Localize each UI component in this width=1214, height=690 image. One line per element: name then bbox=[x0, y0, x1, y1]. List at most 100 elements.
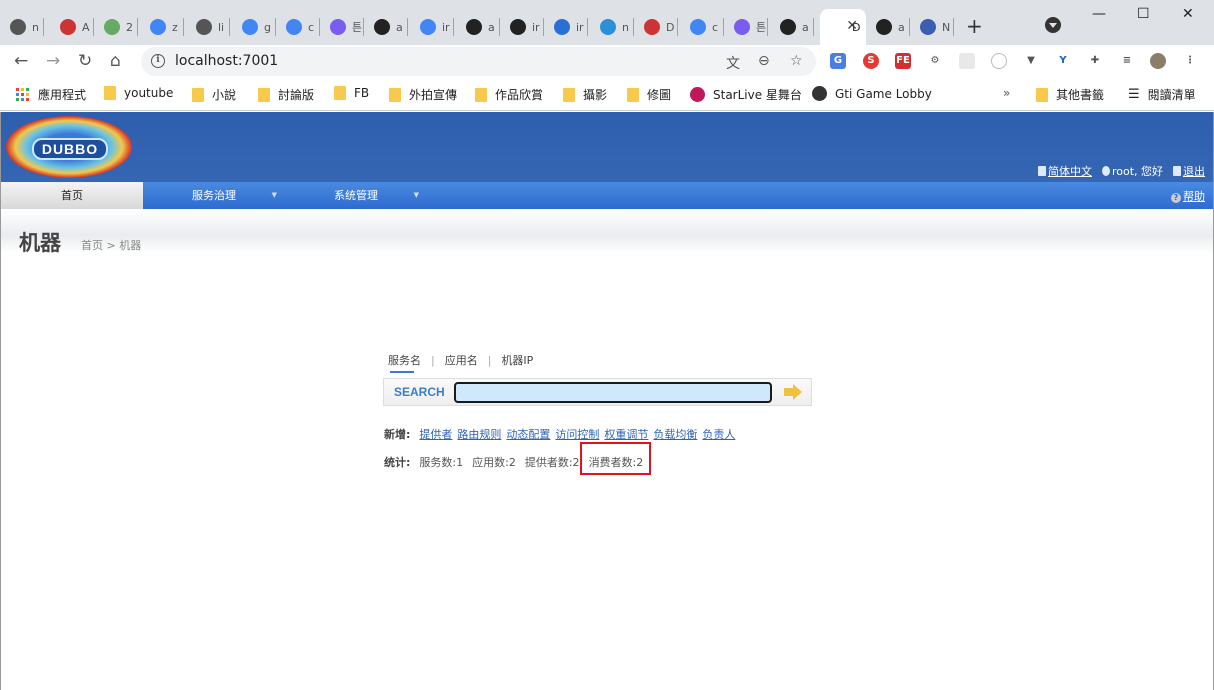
tab-title: A bbox=[82, 20, 90, 34]
bookmark-item[interactable]: Gti Game Lobby bbox=[812, 86, 932, 101]
forward-arrow-icon[interactable]: → bbox=[46, 51, 60, 71]
bookmark-item[interactable]: 作品欣賞 bbox=[475, 86, 543, 103]
browser-tab[interactable]: N bbox=[910, 9, 954, 45]
browser-tab[interactable]: n bbox=[0, 9, 44, 45]
logout-icon bbox=[1173, 166, 1181, 176]
add-owner-link[interactable]: 负责人 bbox=[702, 426, 735, 442]
tab-application-name[interactable]: 应用名 bbox=[445, 352, 478, 368]
browser-tab[interactable]: li bbox=[186, 9, 230, 45]
fe-ext-icon[interactable]: FE bbox=[895, 53, 911, 69]
browser-tab[interactable]: ir bbox=[410, 9, 454, 45]
browser-tab[interactable]: g bbox=[232, 9, 276, 45]
folder-icon bbox=[563, 87, 575, 102]
browser-tab[interactable]: n bbox=[590, 9, 634, 45]
logout[interactable]: 退出 bbox=[1173, 163, 1205, 179]
page-viewport: DUBBO 简体中文 root, 您好 退出 首页 服务治理 ▼ 系统管理 ▼ ? 帮… bbox=[0, 112, 1214, 690]
back-arrow-icon[interactable]: ← bbox=[14, 51, 28, 71]
add-weight-link[interactable]: 权重调节 bbox=[604, 426, 648, 442]
dubbo-logo[interactable]: DUBBO bbox=[6, 116, 132, 178]
search-input[interactable] bbox=[454, 382, 772, 403]
tab-separator bbox=[953, 18, 954, 36]
browser-tab[interactable]: a bbox=[770, 9, 814, 45]
bookmark-item[interactable]: 討論版 bbox=[258, 86, 314, 103]
browser-tab[interactable]: ir bbox=[544, 9, 588, 45]
browser-tab[interactable]: a bbox=[364, 9, 408, 45]
menu-dots-icon[interactable]: ⋮ bbox=[1182, 53, 1198, 69]
tab-machine-ip[interactable]: 机器IP bbox=[501, 352, 533, 368]
add-loadbalance-link[interactable]: 负载均衡 bbox=[653, 426, 697, 442]
browser-tab[interactable]: 튼 bbox=[320, 9, 364, 45]
breadcrumb: 首页 > 机器 bbox=[81, 239, 142, 252]
address-url[interactable]: localhost:7001 bbox=[175, 53, 278, 69]
bookmark-item[interactable]: 攝影 bbox=[563, 86, 607, 103]
add-config-link[interactable]: 动态配置 bbox=[506, 426, 550, 442]
maximize-button[interactable]: ☐ bbox=[1137, 6, 1150, 22]
browser-tab[interactable]: a bbox=[866, 9, 910, 45]
browser-tab[interactable]: 튼 bbox=[724, 9, 768, 45]
bookmark-item[interactable]: ☰ 閱讀清單 bbox=[1128, 86, 1196, 103]
minimize-button[interactable]: — bbox=[1092, 6, 1106, 22]
new-tab-button[interactable]: + bbox=[966, 14, 983, 38]
bookmark-item[interactable]: 其他書籤 bbox=[1036, 86, 1104, 103]
browser-tab[interactable]: a bbox=[456, 9, 500, 45]
reload-icon[interactable]: ↻ bbox=[78, 51, 92, 71]
home-icon[interactable]: ⌂ bbox=[110, 51, 121, 71]
tab-search-icon[interactable] bbox=[1045, 17, 1061, 33]
browser-tab[interactable]: 2 bbox=[94, 9, 138, 45]
highlight-box bbox=[580, 442, 651, 475]
tab-service-name[interactable]: 服务名 bbox=[388, 352, 421, 373]
media-control-icon[interactable]: ≡ bbox=[1119, 53, 1135, 69]
add-label: 新增: bbox=[384, 428, 411, 441]
menu-item-home[interactable]: 首页 bbox=[1, 182, 143, 209]
tab-title: a bbox=[396, 20, 403, 34]
menu-item-system-management[interactable]: 系统管理 ▼ bbox=[285, 182, 427, 209]
language-link[interactable]: 简体中文 bbox=[1048, 165, 1092, 178]
bike-ext-icon[interactable]: ⚙ bbox=[927, 53, 943, 69]
site-info-icon[interactable]: i bbox=[151, 54, 165, 68]
address-bar[interactable]: i localhost:7001 文 ⊖ ☆ bbox=[141, 47, 816, 76]
profile-avatar[interactable] bbox=[1150, 53, 1166, 69]
browser-tab[interactable]: z bbox=[140, 9, 184, 45]
tab-separator bbox=[767, 18, 768, 36]
add-route-link[interactable]: 路由规则 bbox=[457, 426, 501, 442]
browser-tab[interactable]: A bbox=[50, 9, 94, 45]
add-row: 新增: 提供者 路由规则 动态配置 访问控制 权重调节 负载均衡 负责人 bbox=[384, 426, 735, 442]
browser-tab[interactable]: D ✕ bbox=[820, 9, 866, 45]
record-ext-icon[interactable] bbox=[991, 53, 1007, 69]
bookmark-label: 攝影 bbox=[583, 88, 608, 102]
logout-link[interactable]: 退出 bbox=[1183, 165, 1205, 178]
translate-icon[interactable]: 文 bbox=[726, 53, 740, 73]
close-tab-icon[interactable]: ✕ bbox=[846, 18, 858, 34]
browser-tab[interactable]: D bbox=[634, 9, 678, 45]
browser-tab[interactable]: ir bbox=[500, 9, 544, 45]
bookmark-item[interactable]: 小說 bbox=[192, 86, 236, 103]
help-link[interactable]: ? 帮助 bbox=[1171, 188, 1205, 204]
blank-ext-icon[interactable] bbox=[959, 53, 975, 69]
bookmarks-overflow-icon[interactable]: » bbox=[1003, 86, 1010, 100]
y-ext-icon[interactable]: Y bbox=[1055, 53, 1071, 69]
extensions-puzzle-icon[interactable]: ✚ bbox=[1087, 53, 1103, 69]
bookmark-item[interactable]: 修圖 bbox=[627, 86, 671, 103]
browser-tab[interactable]: c bbox=[680, 9, 724, 45]
add-provider-link[interactable]: 提供者 bbox=[419, 426, 452, 442]
v-ext-icon[interactable]: ▼ bbox=[1023, 53, 1039, 69]
search-arrow-icon[interactable] bbox=[784, 383, 804, 401]
help-label: 帮助 bbox=[1183, 190, 1205, 203]
github-icon bbox=[510, 19, 526, 35]
bookmark-item[interactable]: FB bbox=[334, 86, 369, 100]
browser-tab[interactable]: c bbox=[276, 9, 320, 45]
bookmark-item[interactable]: StarLive 星舞台 bbox=[690, 86, 802, 103]
bookmark-item[interactable]: youtube bbox=[104, 86, 173, 100]
menu-item-service-governance[interactable]: 服务治理 ▼ bbox=[143, 182, 285, 209]
language-switch[interactable]: 简体中文 bbox=[1037, 163, 1092, 179]
bookmark-item[interactable]: 外拍宣傳 bbox=[389, 86, 457, 103]
zoom-icon[interactable]: ⊖ bbox=[758, 53, 770, 69]
s-ext-icon[interactable]: S bbox=[863, 53, 879, 69]
google-translate-ext-icon[interactable]: G bbox=[830, 53, 846, 69]
bookmark-item[interactable]: 應用程式 bbox=[16, 86, 86, 103]
bookmark-label: 小說 bbox=[212, 88, 237, 102]
bookmark-star-icon[interactable]: ☆ bbox=[790, 53, 803, 69]
close-window-button[interactable]: ✕ bbox=[1182, 6, 1194, 22]
page-titlebar: 机器 首页 > 机器 bbox=[1, 209, 1213, 255]
add-access-link[interactable]: 访问控制 bbox=[555, 426, 599, 442]
